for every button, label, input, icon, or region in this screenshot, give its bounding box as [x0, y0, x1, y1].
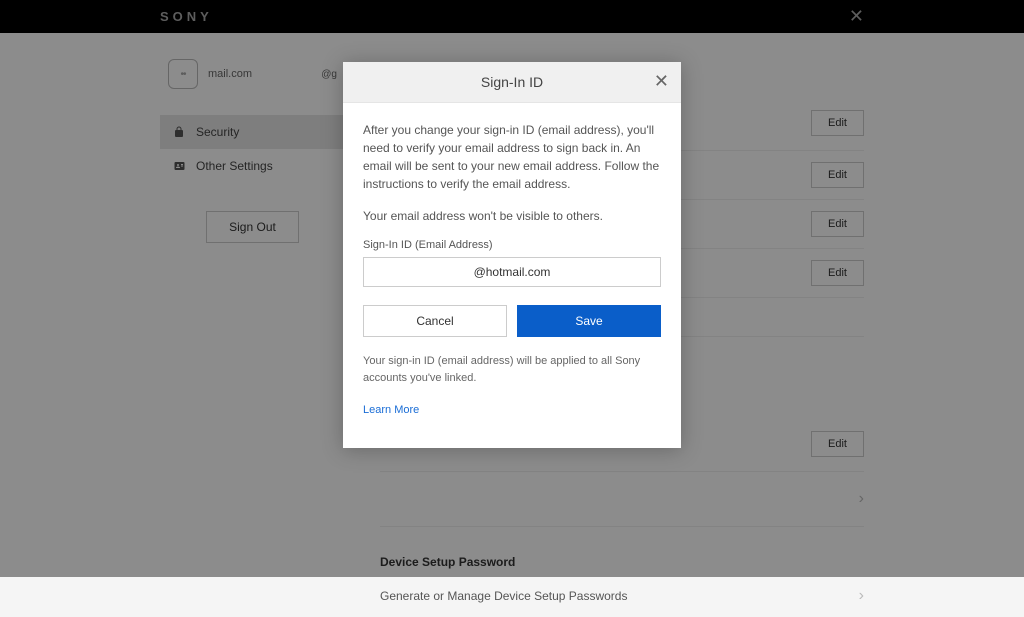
cancel-button[interactable]: Cancel [363, 305, 507, 337]
signin-id-field-label: Sign-In ID (Email Address) [363, 239, 661, 251]
dialog-description-2: Your email address won't be visible to o… [363, 207, 661, 225]
dialog-close-button[interactable]: ✕ [654, 72, 669, 90]
close-icon: ✕ [654, 71, 669, 91]
save-button[interactable]: Save [517, 305, 661, 337]
dialog-header: Sign-In ID ✕ [343, 62, 681, 103]
device-setup-row[interactable]: Generate or Manage Device Setup Password… [380, 575, 864, 617]
signin-id-dialog: Sign-In ID ✕ After you change your sign-… [343, 62, 681, 448]
dialog-footnote: Your sign-in ID (email address) will be … [363, 353, 661, 386]
dialog-body: After you change your sign-in ID (email … [343, 103, 681, 448]
modal-overlay: Sign-In ID ✕ After you change your sign-… [0, 0, 1024, 577]
chevron-right-icon: › [859, 587, 864, 605]
device-setup-label: Generate or Manage Device Setup Password… [380, 589, 627, 603]
signin-id-input[interactable] [363, 257, 661, 287]
dialog-title: Sign-In ID [481, 74, 543, 90]
learn-more-link[interactable]: Learn More [363, 404, 419, 416]
dialog-description-1: After you change your sign-in ID (email … [363, 121, 661, 193]
